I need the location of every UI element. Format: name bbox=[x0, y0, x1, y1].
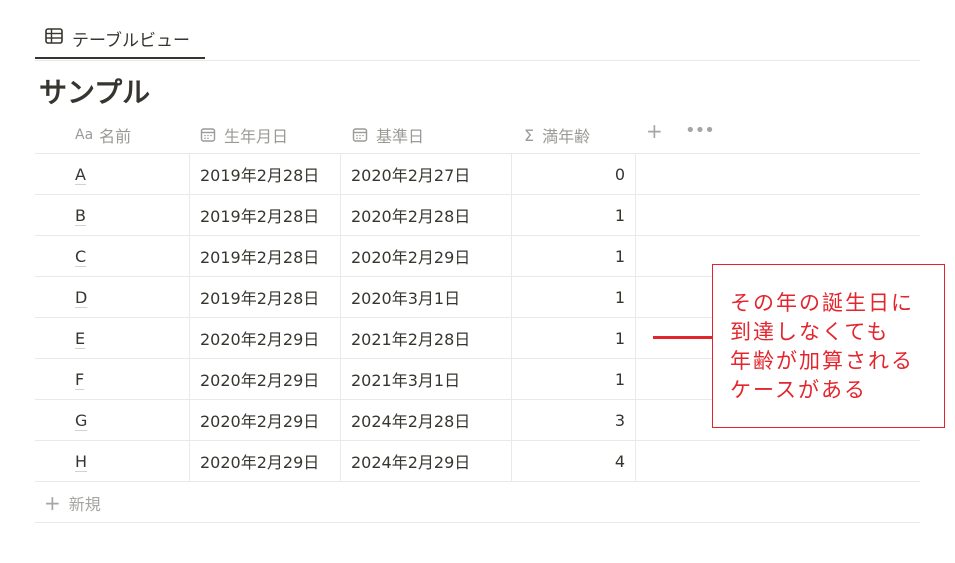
row-name-text: A bbox=[75, 164, 86, 184]
cell-birth-date[interactable]: 2019年2月28日 bbox=[189, 195, 340, 235]
cell-birth-date[interactable]: 2020年2月29日 bbox=[189, 441, 340, 481]
view-tab-bar: テーブルビュー bbox=[35, 18, 920, 61]
cell-birth-date[interactable]: 2020年2月29日 bbox=[189, 318, 340, 358]
cell-birth-date[interactable]: 2020年2月29日 bbox=[189, 359, 340, 399]
column-header-name-label: 名前 bbox=[99, 127, 132, 146]
cell-base-date[interactable]: 2020年3月1日 bbox=[340, 277, 511, 317]
cell-age[interactable]: 1 bbox=[511, 359, 636, 399]
cell-name[interactable]: C bbox=[35, 236, 189, 276]
cell-age[interactable]: 1 bbox=[511, 318, 636, 358]
cell-birth-date[interactable]: 2019年2月28日 bbox=[189, 236, 340, 276]
cell-age[interactable]: 0 bbox=[511, 154, 636, 194]
new-row-label: 新規 bbox=[68, 494, 101, 514]
cell-base-date[interactable]: 2021年3月1日 bbox=[340, 359, 511, 399]
row-name-text: C bbox=[75, 246, 87, 266]
calendar-icon bbox=[200, 128, 216, 142]
column-header-base[interactable]: 基準日 bbox=[352, 118, 424, 152]
table-row[interactable]: B 2019年2月28日 2020年2月28日 1 bbox=[35, 195, 920, 236]
column-header-name[interactable]: Aa 名前 bbox=[75, 118, 131, 152]
cell-age[interactable]: 1 bbox=[511, 195, 636, 235]
plus-icon: + bbox=[44, 490, 61, 515]
cell-age[interactable]: 1 bbox=[511, 236, 636, 276]
column-header-age[interactable]: Σ 満年齢 bbox=[524, 118, 590, 152]
cell-name[interactable]: D bbox=[35, 277, 189, 317]
cell-name[interactable]: A bbox=[35, 154, 189, 194]
cell-age[interactable]: 3 bbox=[511, 400, 636, 440]
table-row[interactable]: A 2019年2月28日 2020年2月27日 0 bbox=[35, 154, 920, 195]
column-header-age-label: 満年齢 bbox=[542, 127, 591, 146]
tab-label: テーブルビュー bbox=[72, 31, 190, 51]
cell-name[interactable]: H bbox=[35, 441, 189, 481]
annotation-line: 到達しなくても bbox=[730, 320, 890, 344]
annotation-line: その年の誕生日に bbox=[730, 291, 914, 315]
annotation-line: ケースがある bbox=[730, 378, 867, 402]
row-name-text: D bbox=[75, 287, 88, 307]
cell-base-date[interactable]: 2021年2月28日 bbox=[340, 318, 511, 358]
page-title: サンプル bbox=[39, 76, 151, 109]
cell-base-date[interactable]: 2024年2月28日 bbox=[340, 400, 511, 440]
cell-birth-date[interactable]: 2019年2月28日 bbox=[189, 277, 340, 317]
cell-age[interactable]: 4 bbox=[511, 441, 636, 481]
calendar-icon bbox=[352, 128, 368, 142]
text-type-icon: Aa bbox=[75, 127, 94, 143]
row-name-text: B bbox=[75, 205, 86, 225]
more-options-icon[interactable]: ••• bbox=[685, 121, 715, 141]
cell-name[interactable]: E bbox=[35, 318, 189, 358]
cell-base-date[interactable]: 2024年2月29日 bbox=[340, 441, 511, 481]
cell-base-date[interactable]: 2020年2月29日 bbox=[340, 236, 511, 276]
tab-table-view[interactable]: テーブルビュー bbox=[35, 18, 205, 59]
annotation-callout: その年の誕生日に 到達しなくても 年齢が加算される ケースがある bbox=[712, 264, 945, 428]
row-name-text: G bbox=[75, 410, 88, 430]
table-icon bbox=[45, 28, 63, 44]
table-row[interactable]: H 2020年2月29日 2024年2月29日 4 bbox=[35, 441, 920, 482]
new-row-button[interactable]: + 新規 bbox=[35, 483, 920, 523]
cell-name[interactable]: B bbox=[35, 195, 189, 235]
sigma-formula-icon: Σ bbox=[524, 125, 535, 145]
column-header-birth[interactable]: 生年月日 bbox=[200, 118, 288, 152]
cell-age[interactable]: 1 bbox=[511, 277, 636, 317]
column-header-birth-label: 生年月日 bbox=[224, 127, 289, 146]
cell-base-date[interactable]: 2020年2月27日 bbox=[340, 154, 511, 194]
cell-name[interactable]: G bbox=[35, 400, 189, 440]
row-name-text: H bbox=[75, 451, 88, 471]
cell-birth-date[interactable]: 2020年2月29日 bbox=[189, 400, 340, 440]
cell-birth-date[interactable]: 2019年2月28日 bbox=[189, 154, 340, 194]
cell-base-date[interactable]: 2020年2月28日 bbox=[340, 195, 511, 235]
row-name-text: E bbox=[75, 328, 86, 348]
annotation-connector-line bbox=[653, 336, 712, 339]
column-header-base-label: 基準日 bbox=[376, 127, 425, 146]
row-name-text: F bbox=[75, 369, 85, 389]
add-column-icon[interactable]: + bbox=[646, 121, 663, 141]
annotation-line: 年齢が加算される bbox=[730, 349, 914, 373]
cell-name[interactable]: F bbox=[35, 359, 189, 399]
